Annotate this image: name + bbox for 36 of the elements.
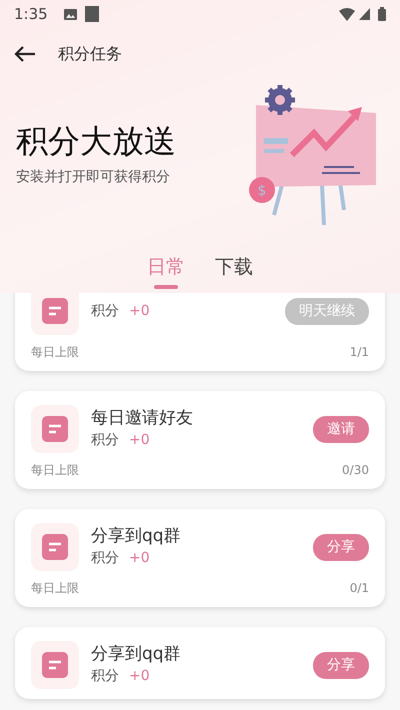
hero-subtitle: 安装并打开即可获得积分 — [16, 168, 171, 187]
image-icon — [64, 8, 77, 20]
limit-count: 1/1 — [350, 344, 369, 361]
points-value: +0 — [129, 430, 150, 450]
dollar-sign: $ — [258, 183, 266, 199]
points-value: +0 — [129, 302, 150, 320]
task-icon — [31, 405, 79, 453]
task-title: 分享到qq群 — [91, 525, 182, 548]
action-button[interactable]: 分享 — [313, 652, 369, 678]
limit-label: 每日上限 — [31, 344, 79, 361]
limit-count: 0/30 — [342, 462, 369, 479]
hero-title: 积分大放送 — [16, 122, 176, 161]
action-button[interactable]: 分享 — [313, 534, 369, 560]
tab[interactable]: 日常 — [145, 248, 187, 289]
status-time: 1:35 — [14, 4, 48, 25]
points-label: 积分 — [91, 430, 119, 450]
points-label: 积分 — [91, 302, 119, 320]
task-icon — [31, 641, 79, 689]
points-value: +0 — [129, 548, 150, 568]
points-value: +0 — [129, 666, 150, 686]
page-title: 积分任务 — [58, 43, 122, 65]
action-button[interactable]: 邀请 — [313, 416, 369, 442]
limit-count: 0/1 — [350, 580, 369, 597]
battery-icon — [378, 7, 386, 21]
signal-icon — [359, 8, 370, 20]
back-arrow-icon[interactable] — [14, 46, 36, 62]
limit-label: 每日上限 — [31, 580, 79, 597]
limit-label: 每日上限 — [31, 462, 79, 479]
points-label: 积分 — [91, 548, 119, 568]
wifi-icon — [339, 8, 355, 20]
square-icon — [84, 6, 99, 22]
task-title: 分享到qq群 — [91, 643, 182, 666]
tab[interactable]: 下载 — [213, 248, 255, 289]
points-label: 积分 — [91, 666, 119, 686]
task-title: 每日邀请好友 — [91, 407, 194, 430]
task-icon — [31, 523, 79, 571]
